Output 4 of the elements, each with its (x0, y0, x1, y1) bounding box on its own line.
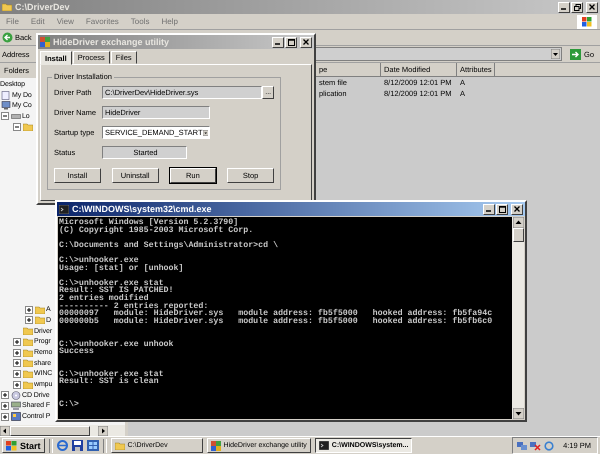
window-title: HideDriver exchange utility (53, 37, 170, 47)
window-title: C:\WINDOWS\system32\cmd.exe (72, 204, 213, 214)
window-title: C:\DriverDev (15, 2, 71, 12)
console-output: Microsoft Windows [Version 5.2.3790] (C) Copyright 1985-2003 Microsoft Corp. C:\Documents and Settings\Administrator>cd \ C:\>unhooker.exe Usage: [stat] or [unhook] C:\>unhooker.exe stat Result: SST IS PATCHED! 2 entries modified ---------- 2 entries reported: 00000097 module: HideDriver.sys module address: fb5f5000 hooked address: fb5fa94c 000000b5 module: HideDriver.sys module address: fb5f5000 hooked address: fb5fb6c0 C:\>unhooker.exe unhook Success C:\>unhooker.exe stat Result: SST is clean C:\> (58, 217, 512, 419)
